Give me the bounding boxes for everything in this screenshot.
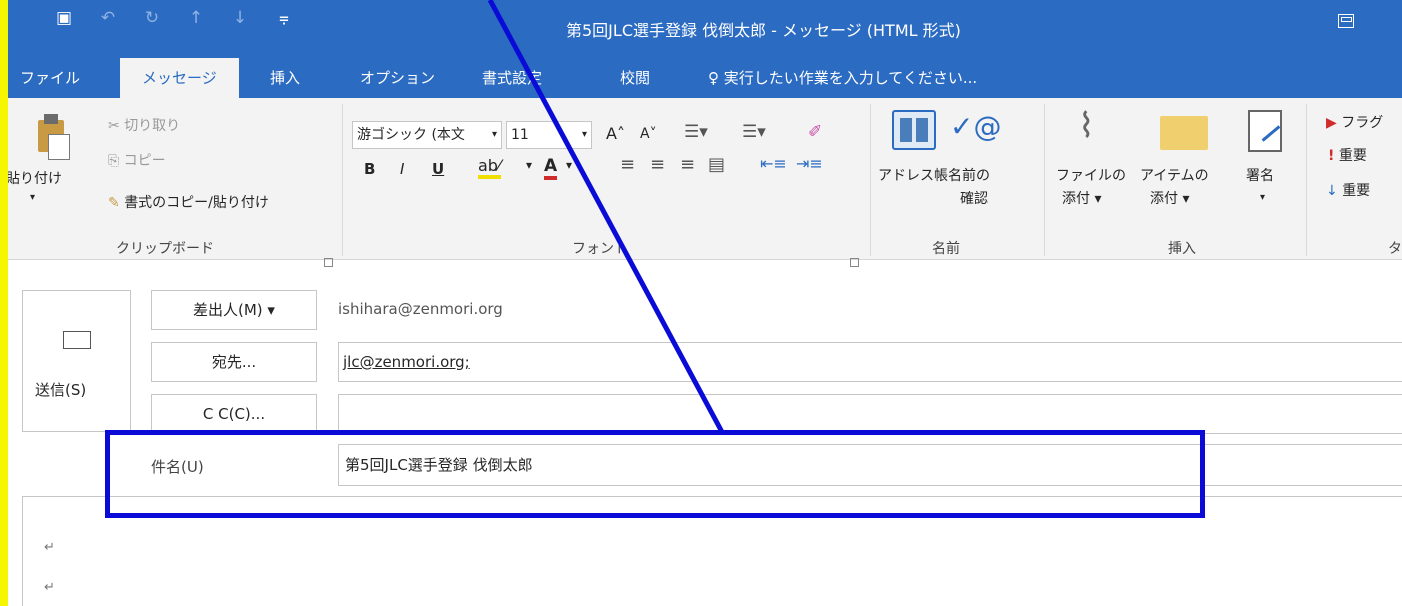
- annotation-arrow: [487, 0, 725, 434]
- annotation-arrow-line: [487, 0, 725, 434]
- outlook-message-window: ▣ ↶ ↻ ↑ ↓ ⩦ 第5回JLC選手登録 伐倒太郎 - メッセージ (HTM…: [8, 0, 1402, 606]
